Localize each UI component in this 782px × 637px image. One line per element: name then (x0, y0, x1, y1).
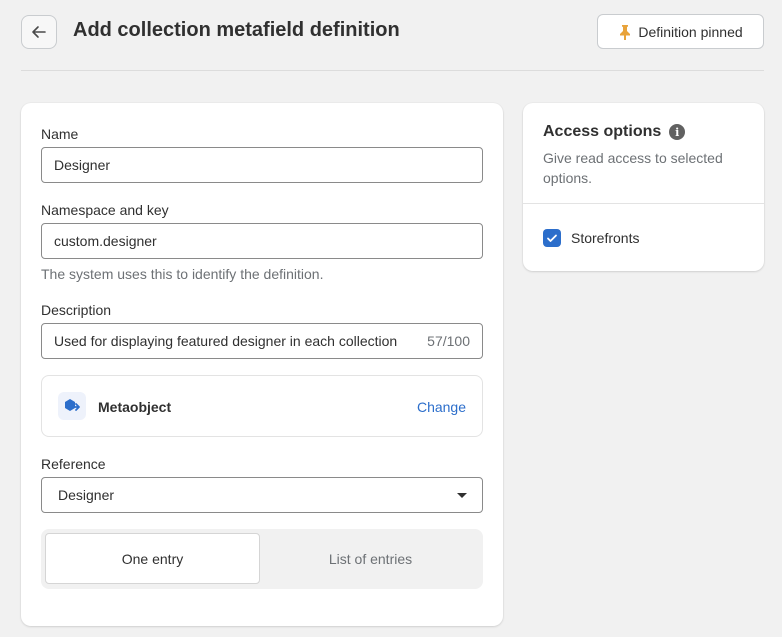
namespace-value: custom.designer (54, 233, 157, 249)
pin-icon (620, 24, 631, 40)
access-options-heading: Access options (543, 123, 662, 140)
change-type-link[interactable]: Change (417, 399, 466, 415)
page-header: Add collection metafield definition Defi… (0, 0, 782, 71)
name-label: Name (41, 126, 79, 142)
storefronts-option: Storefronts (543, 229, 639, 247)
access-divider (523, 203, 764, 204)
storefronts-label: Storefronts (571, 230, 640, 246)
name-field[interactable]: Designer (41, 147, 483, 183)
access-options-title: Access options i (543, 123, 686, 141)
definition-form-card: Name Designer Namespace and key custom.d… (21, 103, 503, 626)
definition-pinned-label: Definition pinned (638, 23, 743, 40)
character-counter: 57/100 (427, 333, 470, 349)
metaobject-icon (58, 392, 86, 420)
description-field[interactable]: Used for displaying featured designer in… (41, 323, 483, 359)
page-title: Add collection metafield definition (73, 19, 400, 41)
info-icon[interactable]: i (669, 124, 686, 140)
reference-label: Reference (41, 456, 106, 472)
reference-value: Designer (58, 487, 115, 503)
header-divider (21, 70, 764, 71)
namespace-label: Namespace and key (41, 202, 169, 218)
reference-select[interactable]: Designer (41, 477, 483, 513)
description-value: Used for displaying featured designer in… (54, 333, 398, 349)
namespace-key-field[interactable]: custom.designer (41, 223, 483, 259)
entry-count-toggle: One entry List of entries (41, 529, 483, 589)
back-button[interactable] (21, 15, 57, 49)
type-selection-box: Metaobject Change (41, 375, 483, 437)
storefronts-checkbox[interactable] (543, 229, 561, 247)
name-value: Designer (54, 157, 111, 173)
one-entry-option[interactable]: One entry (45, 533, 260, 584)
namespace-help-text: The system uses this to identify the def… (41, 266, 324, 282)
type-label: Metaobject (98, 399, 172, 415)
list-of-entries-option[interactable]: List of entries (262, 533, 479, 584)
caret-down-icon (457, 493, 467, 498)
description-label: Description (41, 302, 112, 318)
access-options-card: Access options i Give read access to sel… (523, 103, 764, 271)
access-options-subtitle: Give read access to selected options. (543, 150, 723, 186)
arrow-left-icon (32, 26, 46, 38)
checkmark-icon (547, 234, 557, 242)
definition-pinned-button[interactable]: Definition pinned (597, 14, 764, 49)
